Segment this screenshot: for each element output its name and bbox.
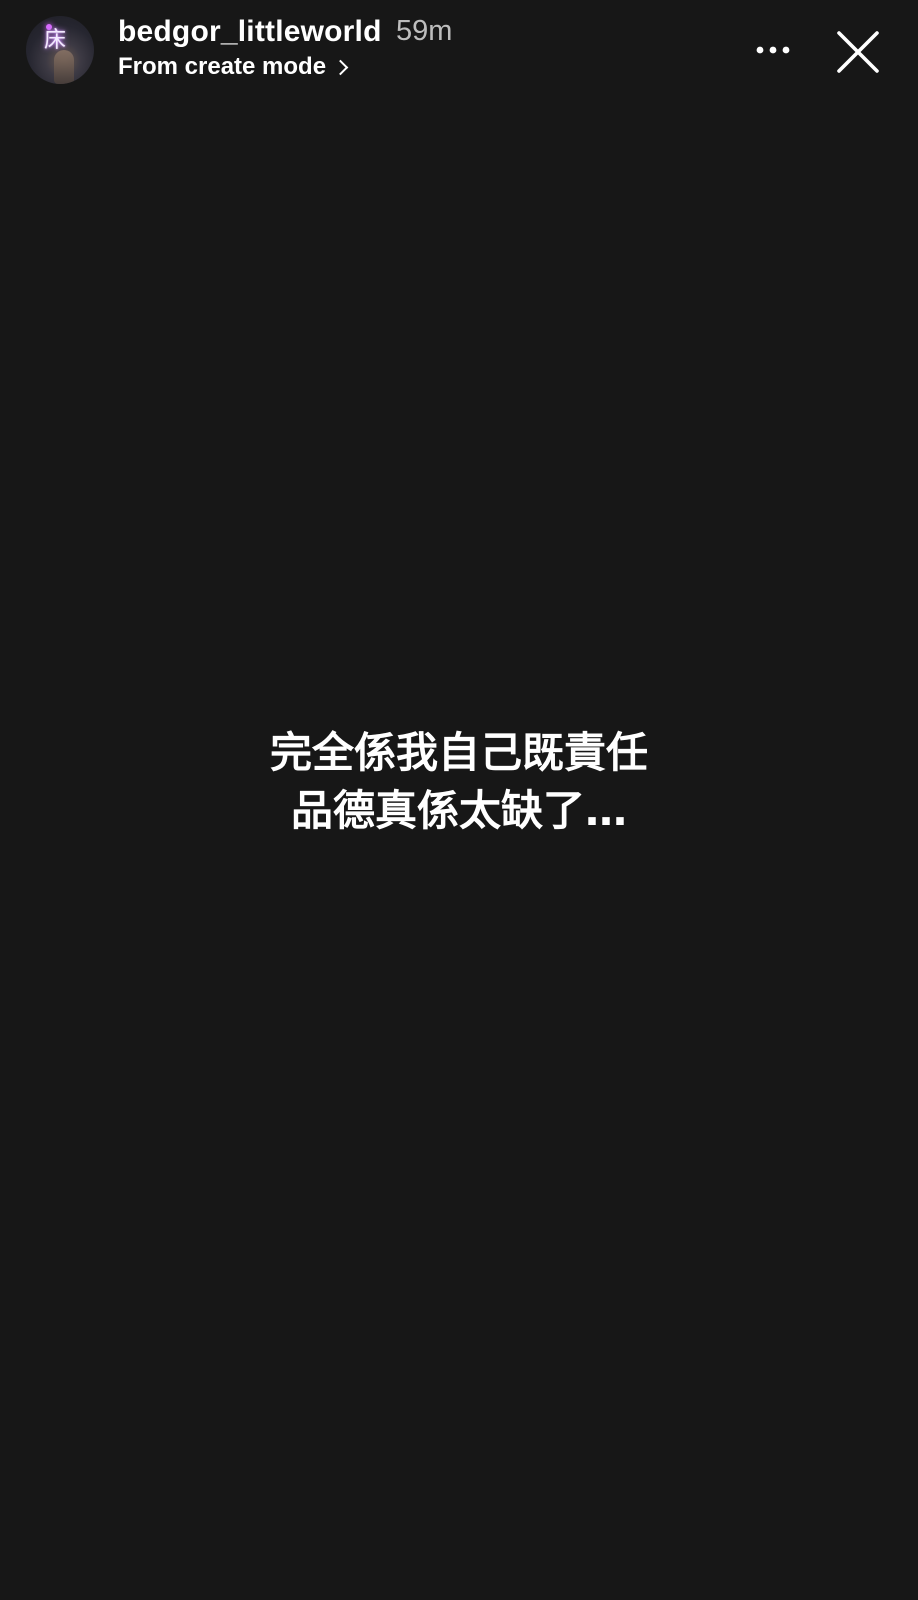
create-mode-label: From create mode [118, 53, 327, 80]
post-time: 59m [396, 15, 453, 47]
story-viewer[interactable]: 床 bedgor_littleworld 59m From create mod… [0, 0, 918, 1600]
story-text-line-2: 品德真係太缺了… [290, 786, 627, 835]
more-horizontal-icon [756, 46, 790, 54]
more-options-button[interactable] [750, 30, 796, 70]
profile-avatar[interactable]: 床 [26, 16, 94, 84]
story-text-line-1: 完全係我自己既責任 [269, 728, 648, 777]
close-button[interactable] [834, 28, 882, 76]
username-link[interactable]: bedgor_littleworld [118, 15, 382, 49]
story-header: 床 bedgor_littleworld 59m From create mod… [0, 0, 918, 110]
story-text: 完全係我自己既責任 品德真係太缺了… [0, 724, 918, 840]
create-mode-link[interactable]: From create mode [118, 53, 349, 81]
avatar-figure [54, 50, 74, 84]
close-icon [837, 31, 879, 73]
chevron-right-icon [332, 59, 349, 76]
